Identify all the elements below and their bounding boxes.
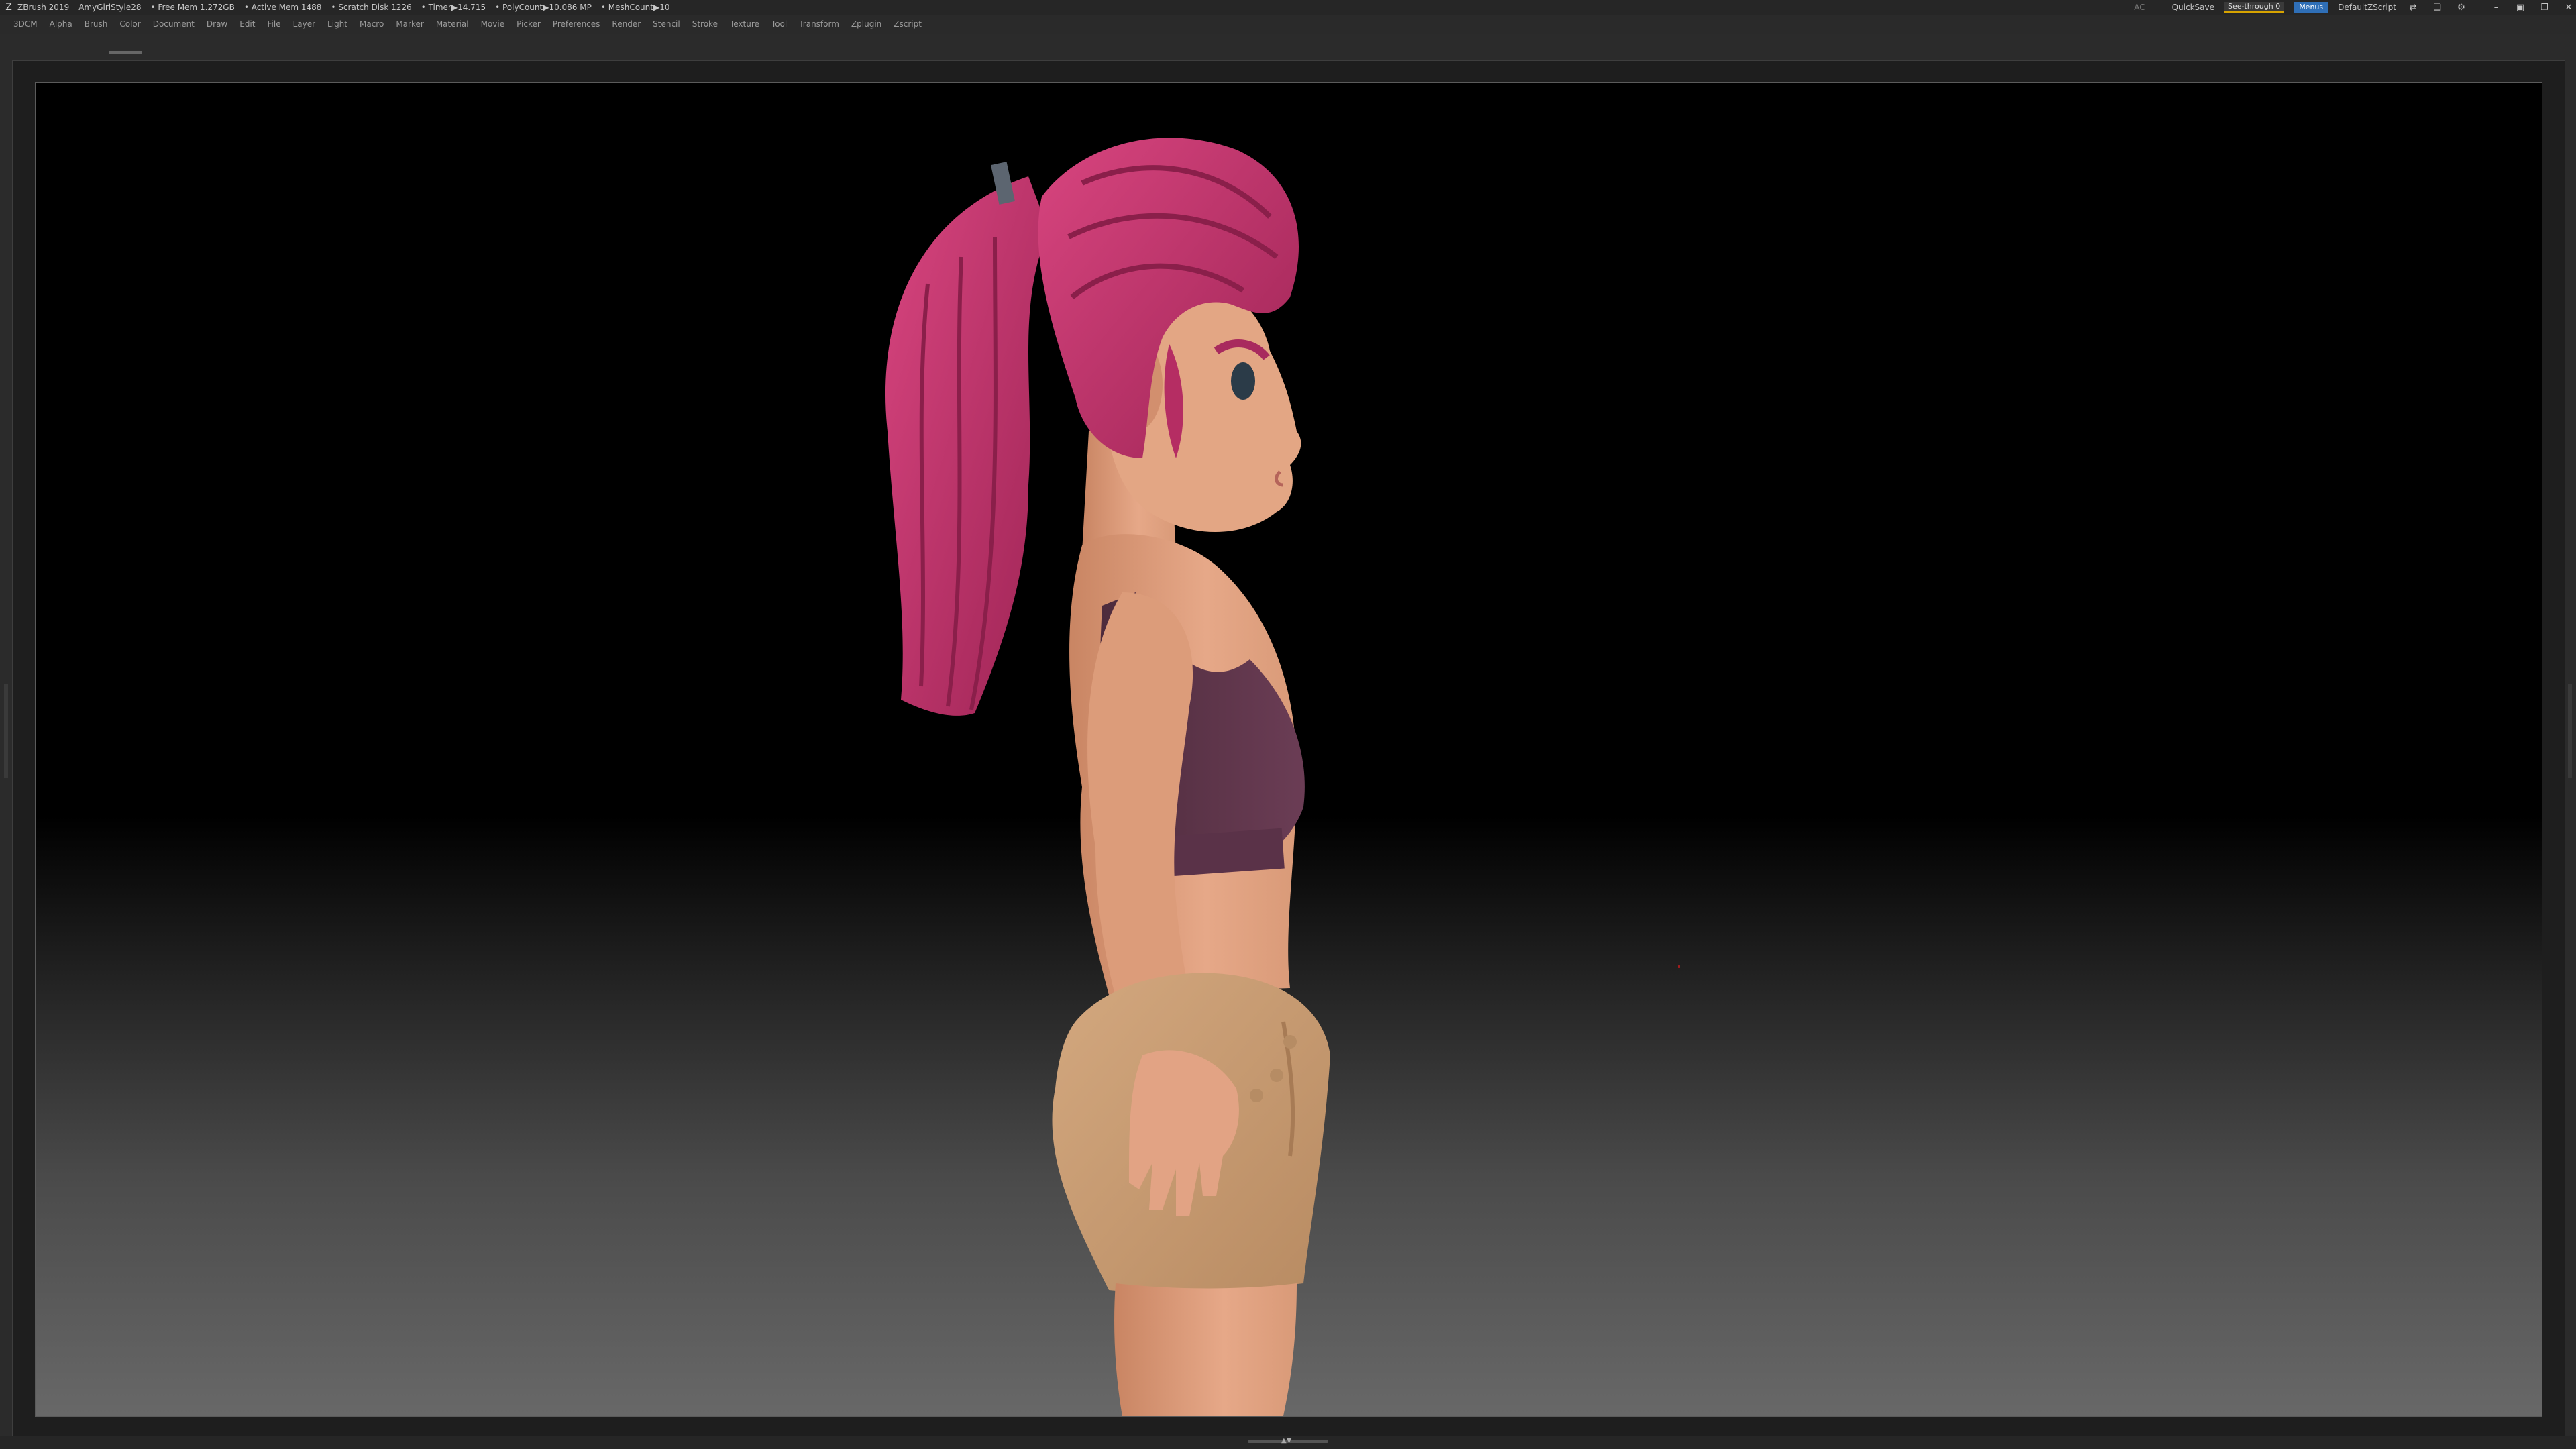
titlebar-right-controls: AC QuickSave See-through 0 Menus Default…	[2125, 0, 2576, 15]
menu-layer[interactable]: Layer	[293, 19, 315, 29]
menu-draw[interactable]: Draw	[207, 19, 227, 29]
menu-marker[interactable]: Marker	[396, 19, 423, 29]
character-model[interactable]	[36, 83, 2542, 1416]
menu-brush[interactable]: Brush	[85, 19, 108, 29]
right-tray-handle[interactable]	[2568, 684, 2572, 778]
poly-count: • PolyCount▶10.086 MP	[495, 3, 592, 12]
lock-icon[interactable]: ▣	[2513, 2, 2528, 13]
scratch-disk: • Scratch Disk 1226	[331, 3, 412, 12]
menu-color[interactable]: Color	[119, 19, 140, 29]
menu-bar: 3DCM Alpha Brush Color Document Draw Edi…	[0, 15, 2576, 34]
title-bar: Z ZBrush 2019 AmyGirlStyle28 • Free Mem …	[0, 0, 2576, 15]
ui-config-name: AmyGirlStyle28	[78, 3, 142, 12]
see-through-slider[interactable]: See-through 0	[2223, 2, 2285, 13]
menu-picker[interactable]: Picker	[517, 19, 541, 29]
cursor-dot	[1678, 965, 1680, 968]
minimize-icon[interactable]: –	[2489, 2, 2504, 13]
free-mem: • Free Mem 1.272GB	[150, 3, 235, 12]
leg	[1114, 1283, 1297, 1416]
restore-icon[interactable]: ❐	[2537, 2, 2552, 13]
quicksave-button[interactable]: QuickSave	[2172, 3, 2214, 12]
zbrush-logo-icon: Z	[5, 2, 12, 13]
close-icon[interactable]: ✕	[2561, 2, 2576, 13]
menu-document[interactable]: Document	[153, 19, 195, 29]
mesh-count: • MeshCount▶10	[600, 3, 670, 12]
ac-label[interactable]: AC	[2134, 3, 2145, 12]
menu-transform[interactable]: Transform	[799, 19, 839, 29]
menu-preferences[interactable]: Preferences	[553, 19, 600, 29]
menu-movie[interactable]: Movie	[481, 19, 505, 29]
menu-stroke[interactable]: Stroke	[692, 19, 718, 29]
expand-arrow-icon[interactable]: ▲▼	[1281, 1437, 1291, 1444]
menu-3dcm[interactable]: 3DCM	[13, 19, 38, 29]
menu-file[interactable]: File	[267, 19, 280, 29]
left-tray-handle[interactable]	[4, 684, 8, 778]
app-title: ZBrush 2019	[17, 3, 70, 12]
menus-button[interactable]: Menus	[2294, 2, 2329, 13]
default-zscript-button[interactable]: DefaultZScript	[2338, 3, 2396, 12]
timer: • Timer▶14.715	[421, 3, 486, 12]
3d-viewport[interactable]	[35, 82, 2542, 1417]
menu-zscript[interactable]: Zscript	[894, 19, 922, 29]
menu-tool[interactable]: Tool	[771, 19, 787, 29]
bottom-tray: ▲▼	[0, 1436, 2576, 1449]
menu-edit[interactable]: Edit	[239, 19, 255, 29]
active-mem: • Active Mem 1488	[244, 3, 322, 12]
menu-macro[interactable]: Macro	[360, 19, 384, 29]
menu-stencil[interactable]: Stencil	[653, 19, 680, 29]
menu-zplugin[interactable]: Zplugin	[851, 19, 881, 29]
menu-material[interactable]: Material	[436, 19, 469, 29]
menu-alpha[interactable]: Alpha	[50, 19, 72, 29]
gear-icon[interactable]: ⚙	[2454, 2, 2469, 13]
ponytail	[885, 176, 1049, 716]
chat-icon[interactable]: ❏	[2430, 2, 2445, 13]
menu-texture[interactable]: Texture	[730, 19, 759, 29]
top-shelf	[0, 34, 2576, 60]
shelf-scroll-handle[interactable]	[109, 51, 142, 54]
arrows-icon[interactable]: ⇄	[2406, 2, 2420, 13]
menu-light[interactable]: Light	[327, 19, 347, 29]
menu-render[interactable]: Render	[612, 19, 641, 29]
eye	[1231, 362, 1255, 400]
